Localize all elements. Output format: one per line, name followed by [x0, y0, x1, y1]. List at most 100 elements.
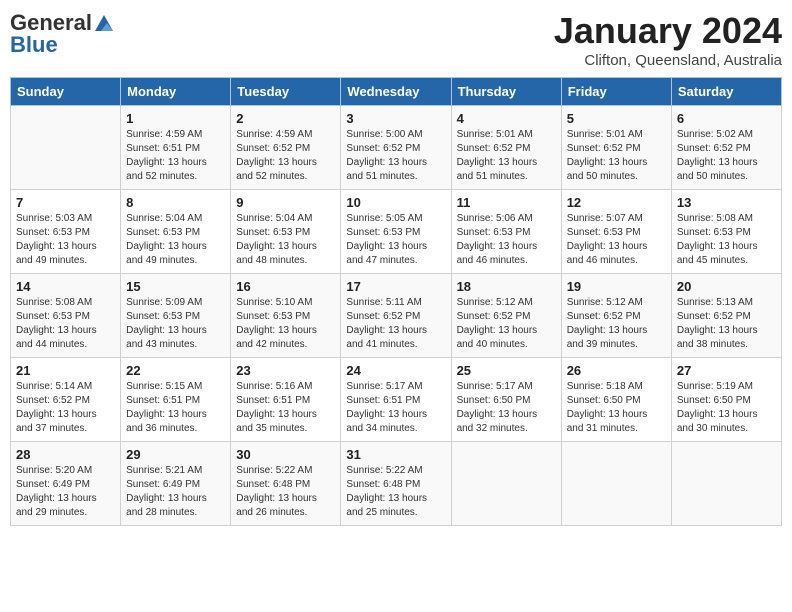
calendar-week-row: 1 Sunrise: 4:59 AMSunset: 6:51 PMDaylight… [11, 106, 782, 190]
day-detail: Sunrise: 5:11 AMSunset: 6:52 PMDaylight:… [346, 296, 445, 352]
day-detail: Sunrise: 5:03 AMSunset: 6:53 PMDaylight:… [16, 212, 115, 268]
day-detail: Sunrise: 5:16 AMSunset: 6:51 PMDaylight:… [236, 380, 335, 436]
calendar-cell: 14 Sunrise: 5:08 AMSunset: 6:53 PMDayligh… [11, 274, 121, 358]
day-number: 10 [346, 195, 445, 210]
day-detail: Sunrise: 5:07 AMSunset: 6:53 PMDaylight:… [567, 212, 666, 268]
calendar-cell: 5 Sunrise: 5:01 AMSunset: 6:52 PMDaylight… [561, 106, 671, 190]
calendar-cell: 2 Sunrise: 4:59 AMSunset: 6:52 PMDaylight… [231, 106, 341, 190]
calendar-cell: 6 Sunrise: 5:02 AMSunset: 6:52 PMDaylight… [671, 106, 781, 190]
day-number: 29 [126, 447, 225, 462]
day-number: 16 [236, 279, 335, 294]
day-number: 19 [567, 279, 666, 294]
day-number: 15 [126, 279, 225, 294]
day-detail: Sunrise: 5:01 AMSunset: 6:52 PMDaylight:… [567, 128, 666, 184]
calendar-cell: 30Sunrise: 5:22 AMSunset: 6:48 PMDayligh… [231, 442, 341, 526]
calendar-cell: 19 Sunrise: 5:12 AMSunset: 6:52 PMDayligh… [561, 274, 671, 358]
day-detail: Sunrise: 5:17 AMSunset: 6:51 PMDaylight:… [346, 380, 445, 436]
day-detail: Sunrise: 5:06 AMSunset: 6:53 PMDaylight:… [457, 212, 556, 268]
location: Clifton, Queensland, Australia [554, 52, 782, 69]
title-area: January 2024 Clifton, Queensland, Austra… [554, 10, 782, 69]
day-number: 2 [236, 111, 335, 126]
day-detail: Sunrise: 5:14 AMSunset: 6:52 PMDaylight:… [16, 380, 115, 436]
calendar-cell: 26Sunrise: 5:18 AMSunset: 6:50 PMDayligh… [561, 358, 671, 442]
day-number: 14 [16, 279, 115, 294]
day-detail: Sunrise: 5:04 AMSunset: 6:53 PMDaylight:… [236, 212, 335, 268]
calendar-cell: 7 Sunrise: 5:03 AMSunset: 6:53 PMDaylight… [11, 190, 121, 274]
calendar-cell: 31 Sunrise: 5:22 AMSunset: 6:48 PMDayligh… [341, 442, 451, 526]
calendar-cell: 29 Sunrise: 5:21 AMSunset: 6:49 PMDayligh… [121, 442, 231, 526]
day-detail: Sunrise: 5:12 AMSunset: 6:52 PMDaylight:… [567, 296, 666, 352]
calendar-cell: 8 Sunrise: 5:04 AMSunset: 6:53 PMDaylight… [121, 190, 231, 274]
day-detail: Sunrise: 5:05 AMSunset: 6:53 PMDaylight:… [346, 212, 445, 268]
calendar-cell: 9 Sunrise: 5:04 AMSunset: 6:53 PMDaylight… [231, 190, 341, 274]
calendar-cell [11, 106, 121, 190]
calendar-cell: 27Sunrise: 5:19 AMSunset: 6:50 PMDayligh… [671, 358, 781, 442]
calendar-cell: 23 Sunrise: 5:16 AMSunset: 6:51 PMDayligh… [231, 358, 341, 442]
calendar-cell: 21 Sunrise: 5:14 AMSunset: 6:52 PMDayligh… [11, 358, 121, 442]
logo-blue: Blue [10, 32, 58, 58]
day-number: 13 [677, 195, 776, 210]
day-number: 17 [346, 279, 445, 294]
day-number: 28 [16, 447, 115, 462]
calendar-cell [671, 442, 781, 526]
day-detail: Sunrise: 5:10 AMSunset: 6:53 PMDaylight:… [236, 296, 335, 352]
weekday-header: Tuesday [231, 78, 341, 106]
calendar-cell: 17 Sunrise: 5:11 AMSunset: 6:52 PMDayligh… [341, 274, 451, 358]
day-number: 31 [346, 447, 445, 462]
calendar-cell: 15 Sunrise: 5:09 AMSunset: 6:53 PMDayligh… [121, 274, 231, 358]
calendar-week-row: 7 Sunrise: 5:03 AMSunset: 6:53 PMDaylight… [11, 190, 782, 274]
day-number: 23 [236, 363, 335, 378]
calendar-cell: 20 Sunrise: 5:13 AMSunset: 6:52 PMDayligh… [671, 274, 781, 358]
logo-icon [93, 13, 115, 33]
calendar-cell: 4Sunrise: 5:01 AMSunset: 6:52 PMDaylight… [451, 106, 561, 190]
day-number: 21 [16, 363, 115, 378]
day-detail: Sunrise: 4:59 AMSunset: 6:51 PMDaylight:… [126, 128, 225, 184]
calendar-cell: 25 Sunrise: 5:17 AMSunset: 6:50 PMDayligh… [451, 358, 561, 442]
day-detail: Sunrise: 5:12 AMSunset: 6:52 PMDaylight:… [457, 296, 556, 352]
day-number: 12 [567, 195, 666, 210]
day-number: 18 [457, 279, 556, 294]
day-detail: Sunrise: 5:18 AMSunset: 6:50 PMDaylight:… [567, 380, 666, 436]
calendar-cell: 1 Sunrise: 4:59 AMSunset: 6:51 PMDaylight… [121, 106, 231, 190]
day-detail: Sunrise: 5:02 AMSunset: 6:52 PMDaylight:… [677, 128, 776, 184]
weekday-header: Wednesday [341, 78, 451, 106]
day-number: 11 [457, 195, 556, 210]
day-detail: Sunrise: 5:15 AMSunset: 6:51 PMDaylight:… [126, 380, 225, 436]
day-detail: Sunrise: 5:17 AMSunset: 6:50 PMDaylight:… [457, 380, 556, 436]
day-number: 6 [677, 111, 776, 126]
weekday-header: Thursday [451, 78, 561, 106]
day-number: 1 [126, 111, 225, 126]
day-number: 27 [677, 363, 776, 378]
day-number: 4 [457, 111, 556, 126]
calendar-cell [561, 442, 671, 526]
logo: General Blue [10, 10, 116, 58]
day-number: 25 [457, 363, 556, 378]
day-number: 24 [346, 363, 445, 378]
calendar-table: SundayMondayTuesdayWednesdayThursdayFrid… [10, 77, 782, 526]
page-header: General Blue January 2024 Clifton, Queen… [10, 10, 782, 69]
calendar-cell: 13Sunrise: 5:08 AMSunset: 6:53 PMDayligh… [671, 190, 781, 274]
calendar-cell: 3Sunrise: 5:00 AMSunset: 6:52 PMDaylight… [341, 106, 451, 190]
day-number: 8 [126, 195, 225, 210]
day-detail: Sunrise: 5:21 AMSunset: 6:49 PMDaylight:… [126, 464, 225, 520]
day-detail: Sunrise: 5:04 AMSunset: 6:53 PMDaylight:… [126, 212, 225, 268]
weekday-header: Monday [121, 78, 231, 106]
day-detail: Sunrise: 5:09 AMSunset: 6:53 PMDaylight:… [126, 296, 225, 352]
day-detail: Sunrise: 5:22 AMSunset: 6:48 PMDaylight:… [346, 464, 445, 520]
day-number: 9 [236, 195, 335, 210]
day-number: 5 [567, 111, 666, 126]
calendar-cell: 16 Sunrise: 5:10 AMSunset: 6:53 PMDayligh… [231, 274, 341, 358]
calendar-cell: 28Sunrise: 5:20 AMSunset: 6:49 PMDayligh… [11, 442, 121, 526]
day-number: 7 [16, 195, 115, 210]
calendar-cell: 22 Sunrise: 5:15 AMSunset: 6:51 PMDayligh… [121, 358, 231, 442]
day-number: 30 [236, 447, 335, 462]
day-number: 20 [677, 279, 776, 294]
day-detail: Sunrise: 4:59 AMSunset: 6:52 PMDaylight:… [236, 128, 335, 184]
day-detail: Sunrise: 5:13 AMSunset: 6:52 PMDaylight:… [677, 296, 776, 352]
calendar-cell: 11 Sunrise: 5:06 AMSunset: 6:53 PMDayligh… [451, 190, 561, 274]
calendar-cell: 18 Sunrise: 5:12 AMSunset: 6:52 PMDayligh… [451, 274, 561, 358]
day-number: 22 [126, 363, 225, 378]
day-detail: Sunrise: 5:08 AMSunset: 6:53 PMDaylight:… [16, 296, 115, 352]
calendar-week-row: 21 Sunrise: 5:14 AMSunset: 6:52 PMDayligh… [11, 358, 782, 442]
calendar-cell: 24 Sunrise: 5:17 AMSunset: 6:51 PMDayligh… [341, 358, 451, 442]
